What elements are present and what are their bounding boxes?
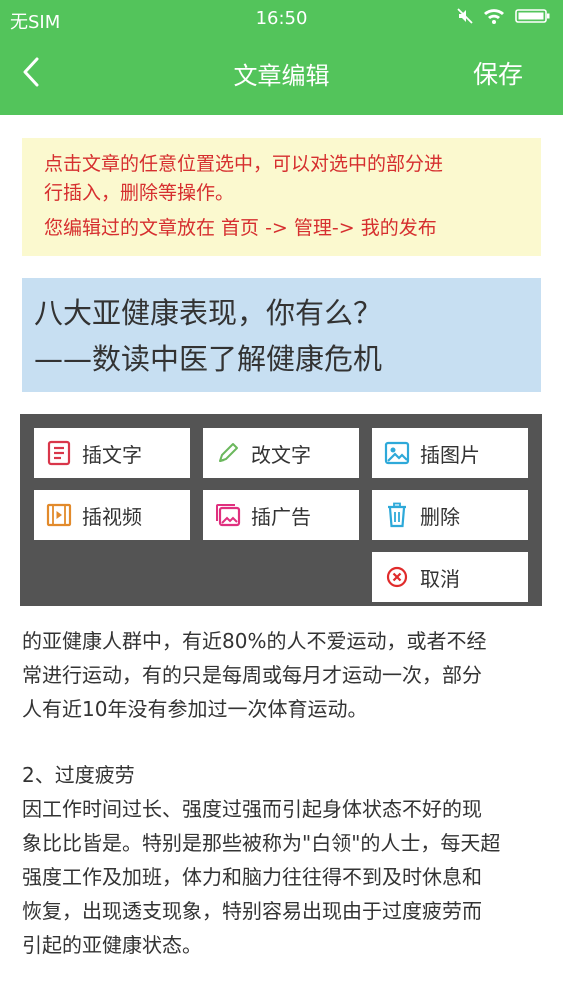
battery-icon	[515, 8, 551, 24]
article-title-line: ——数读中医了解健康危机	[34, 342, 383, 376]
insert-image-button[interactable]: 插图片	[372, 428, 528, 478]
insert-text-label: 插文字	[82, 442, 142, 467]
trash-icon	[384, 502, 410, 528]
edit-text-button[interactable]: 改文字	[203, 428, 359, 478]
insert-video-button[interactable]: 插视频	[34, 490, 190, 540]
tip-line: 您编辑过的文章放在 首页 -> 管理-> 我的发布	[44, 217, 437, 239]
article-title-line: 八大亚健康表现，你有么？	[34, 296, 383, 330]
delete-label: 删除	[420, 504, 460, 529]
cancel-label: 取消	[420, 566, 460, 591]
tip-box: 点击文章的任意位置选中，可以对选中的部分进 行插入，删除等操作。 您编辑过的文章…	[22, 138, 541, 256]
insert-image-label: 插图片	[420, 442, 480, 467]
edit-text-label: 改文字	[251, 442, 311, 467]
close-circle-icon	[384, 564, 410, 590]
article-body-line: 人有近10年没有参加过一次体育运动。	[22, 697, 368, 721]
article-body[interactable]: 的亚健康人群中，有近80%的人不爱运动，或者不经 常进行运动，有的只是每周或每月…	[22, 590, 547, 962]
article-body-line: 因工作时间过长、强度过强而引起身体状态不好的现	[22, 797, 482, 821]
article-body-line: 的亚健康人群中，有近80%的人不爱运动，或者不经	[22, 629, 487, 653]
mute-icon	[457, 8, 473, 24]
insert-ad-button[interactable]: 插广告	[203, 490, 359, 540]
wifi-icon	[483, 8, 505, 24]
document-icon	[46, 440, 72, 466]
cancel-button[interactable]: 取消	[372, 552, 528, 602]
delete-button[interactable]: 删除	[372, 490, 528, 540]
status-icons	[457, 8, 551, 24]
article-body-line: 引起的亚健康状态。	[22, 933, 202, 957]
tip-line: 点击文章的任意位置选中，可以对选中的部分进	[44, 153, 444, 175]
article-body-line: 常进行运动，有的只是每周或每月才运动一次，部分	[22, 663, 482, 687]
pencil-icon	[215, 440, 241, 466]
article-body-line: 恢复，出现透支现象，特别容易出现由于过度疲劳而	[22, 899, 482, 923]
tip-line: 行插入，删除等操作。	[44, 182, 235, 204]
insert-video-label: 插视频	[82, 504, 142, 529]
insert-text-button[interactable]: 插文字	[34, 428, 190, 478]
article-body-line: 强度工作及加班，体力和脑力往往得不到及时休息和	[22, 865, 482, 889]
article-section-heading: 2、过度疲劳	[22, 763, 135, 787]
ad-image-icon	[215, 502, 241, 528]
film-icon	[46, 502, 72, 528]
edit-menu-panel: 插文字 改文字 插图片 插视频 插广告 删除 取消	[20, 414, 542, 606]
article-body-line: 象比比皆是。特别是那些被称为"白领"的人士，每天超	[22, 831, 501, 855]
status-bar: 无SIM 16:50	[0, 0, 563, 36]
article-title-block[interactable]: 八大亚健康表现，你有么？ ——数读中医了解健康危机	[22, 278, 541, 392]
insert-ad-label: 插广告	[251, 504, 311, 529]
image-icon	[384, 440, 410, 466]
app-bar: 文章编辑 保存	[0, 36, 563, 115]
save-button[interactable]: 保存	[473, 55, 523, 91]
